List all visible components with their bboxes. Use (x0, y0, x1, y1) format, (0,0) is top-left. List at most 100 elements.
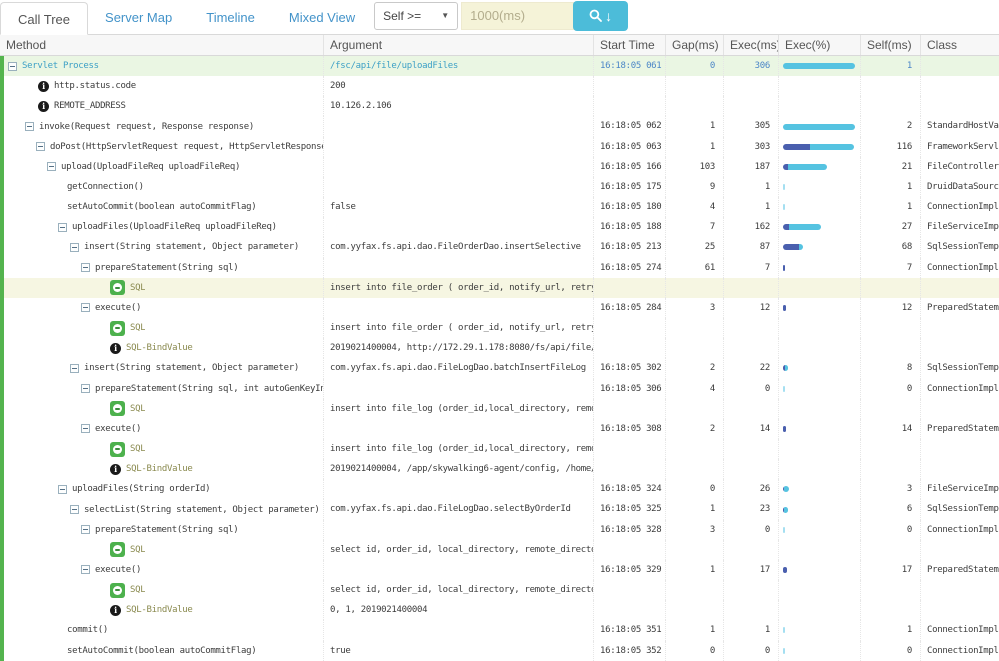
filter-operator-select[interactable]: Self >= ▼ (374, 2, 458, 30)
start-time (593, 96, 665, 116)
tree-row[interactable]: commit()16:18:05 351111ConnectionImpl (0, 620, 999, 640)
tree-row[interactable]: uploadFiles(String orderId)16:18:05 3240… (0, 479, 999, 499)
tree-row[interactable]: Servlet Process/fsc/api/file/uploadFiles… (0, 56, 999, 76)
method-label: SQL (130, 323, 145, 333)
gap-value: 4 (665, 379, 723, 399)
tab-server-map[interactable]: Server Map (88, 1, 189, 34)
tree-row[interactable]: uploadFiles(UploadFileReq uploadFileReq)… (0, 217, 999, 237)
tree-row[interactable]: execute()16:18:05 30821414PreparedStatem… (0, 419, 999, 439)
sql-icon-glyph (113, 445, 122, 454)
tree-row[interactable]: SQLselect id, order_id, local_directory,… (0, 580, 999, 600)
class-name: FrameworkServle (920, 137, 999, 157)
start-time: 16:18:05 063 (593, 137, 665, 157)
arrow-down-icon: ↓ (605, 9, 612, 23)
class-name (920, 600, 999, 620)
self-value: 116 (860, 137, 920, 157)
tab-call-tree[interactable]: Call Tree (0, 2, 88, 35)
tree-row[interactable]: iSQL-BindValue2019021400004, /app/skywal… (0, 459, 999, 479)
collapse-icon[interactable] (81, 303, 90, 312)
exec-bar-self-segment (783, 244, 799, 250)
tree-row[interactable]: SQLinsert into file_log (order_id,local_… (0, 439, 999, 459)
collapse-icon[interactable] (70, 505, 79, 514)
self-value: 0 (860, 379, 920, 399)
tree-row[interactable]: iREMOTE_ADDRESS10.126.2.106 (0, 96, 999, 116)
method-label: SQL (130, 444, 145, 454)
exec-percent-cell (778, 217, 860, 237)
gap-value (665, 399, 723, 419)
argument-text: select id, order_id, local_directory, re… (323, 540, 593, 560)
tree-row[interactable]: iSQL-BindValue2019021400004, http://172.… (0, 338, 999, 358)
tree-row[interactable]: setAutoCommit(boolean autoCommitFlag)tru… (0, 641, 999, 661)
collapse-icon[interactable] (58, 485, 67, 494)
collapse-icon[interactable] (8, 62, 17, 71)
start-time: 16:18:05 352 (593, 641, 665, 661)
exec-bar-total-segment (783, 124, 855, 130)
threshold-input[interactable] (461, 2, 574, 30)
tree-row[interactable]: execute()16:18:05 28431212PreparedStatem… (0, 298, 999, 318)
exec-value: 1 (723, 197, 778, 217)
self-value (860, 399, 920, 419)
collapse-icon[interactable] (81, 565, 90, 574)
self-value: 17 (860, 560, 920, 580)
indent-spacer (53, 183, 62, 192)
collapse-icon[interactable] (58, 223, 67, 232)
tree-row[interactable]: iSQL-BindValue0, 1, 2019021400004 (0, 600, 999, 620)
collapse-icon[interactable] (47, 162, 56, 171)
exec-value: 1 (723, 177, 778, 197)
tree-row[interactable]: SQLinsert into file_order ( order_id, no… (0, 318, 999, 338)
tree-row[interactable]: setAutoCommit(boolean autoCommitFlag)fal… (0, 197, 999, 217)
tree-row[interactable]: getConnection()16:18:05 175911DruidDataS… (0, 177, 999, 197)
collapse-icon[interactable] (81, 384, 90, 393)
col-argument[interactable]: Argument (323, 35, 593, 55)
start-time: 16:18:05 180 (593, 197, 665, 217)
tree-row[interactable]: selectList(String statement, Object para… (0, 499, 999, 519)
collapse-icon[interactable] (36, 142, 45, 151)
col-class[interactable]: Class (920, 35, 999, 55)
tree-row[interactable]: SQLinsert into file_log (order_id,local_… (0, 399, 999, 419)
start-time (593, 318, 665, 338)
col-exec[interactable]: Exec(ms) (723, 35, 778, 55)
exec-value (723, 399, 778, 419)
tree-row[interactable]: insert(String statement, Object paramete… (0, 358, 999, 378)
tree-row[interactable]: invoke(Request request, Response respons… (0, 116, 999, 136)
exec-value (723, 540, 778, 560)
tree-row[interactable]: upload(UploadFileReq uploadFileReq)16:18… (0, 157, 999, 177)
tree-row[interactable]: insert(String statement, Object paramete… (0, 237, 999, 257)
self-value (860, 439, 920, 459)
collapse-icon[interactable] (25, 122, 34, 131)
collapse-icon[interactable] (70, 364, 79, 373)
tree-row[interactable]: SQLinsert into file_order ( order_id, no… (0, 278, 999, 298)
exec-bar (783, 527, 785, 533)
tree-row[interactable]: ihttp.status.code200 (0, 76, 999, 96)
method-label: SQL (130, 585, 145, 595)
tree-row[interactable]: doPost(HttpServletRequest request, HttpS… (0, 137, 999, 157)
sql-database-icon (110, 280, 125, 295)
exec-bar-total-segment (799, 244, 803, 250)
exec-percent-cell (778, 278, 860, 298)
col-gap[interactable]: Gap(ms) (665, 35, 723, 55)
search-button[interactable]: ↓ (573, 1, 628, 31)
col-method[interactable]: Method (0, 35, 323, 55)
col-exec-pct[interactable]: Exec(%) (778, 35, 860, 55)
collapse-icon[interactable] (81, 424, 90, 433)
tree-row[interactable]: SQLselect id, order_id, local_directory,… (0, 540, 999, 560)
class-name (920, 278, 999, 298)
gap-value: 61 (665, 258, 723, 278)
tab-timeline[interactable]: Timeline (189, 1, 272, 34)
col-start-time[interactable]: Start Time (593, 35, 665, 55)
class-name: FileServiceImpl (920, 479, 999, 499)
self-value: 68 (860, 237, 920, 257)
collapse-icon[interactable] (81, 263, 90, 272)
collapse-icon[interactable] (81, 525, 90, 534)
tree-row[interactable]: execute()16:18:05 32911717PreparedStatem… (0, 560, 999, 580)
tree-row[interactable]: prepareStatement(String sql)16:18:05 328… (0, 520, 999, 540)
tab-mixed-view[interactable]: Mixed View (272, 1, 372, 34)
method-label: selectList(String statement, Object para… (84, 505, 319, 515)
tree-row[interactable]: prepareStatement(String sql)16:18:05 274… (0, 258, 999, 278)
tree-row[interactable]: prepareStatement(String sql, int autoGen… (0, 379, 999, 399)
collapse-icon[interactable] (70, 243, 79, 252)
toolbar: Call Tree Server Map Timeline Mixed View… (0, 0, 999, 34)
col-self[interactable]: Self(ms) (860, 35, 920, 55)
start-time: 16:18:05 062 (593, 116, 665, 136)
exec-bar-self-segment (783, 567, 787, 573)
